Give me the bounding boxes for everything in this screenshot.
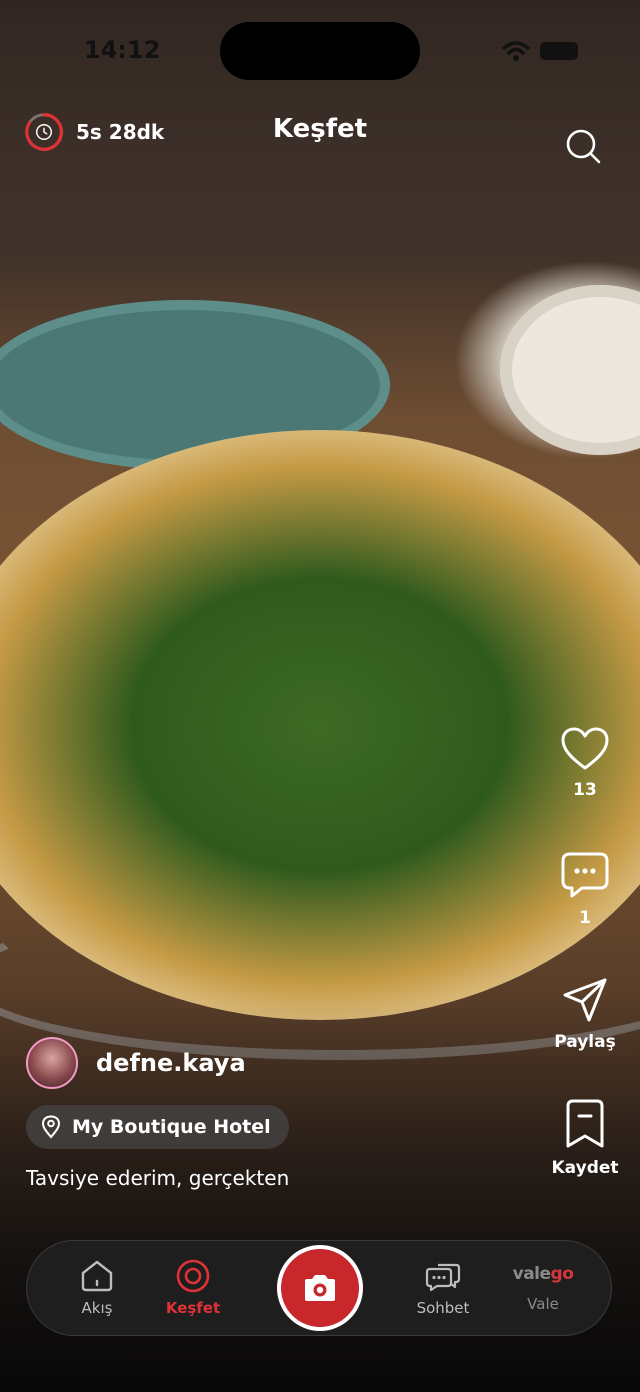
nav-label-valet: Vale — [527, 1295, 559, 1313]
status-time: 14:12 — [84, 36, 161, 64]
home-icon — [81, 1260, 113, 1292]
camera-button[interactable] — [277, 1245, 363, 1331]
background-plate-2 — [500, 285, 640, 455]
heart-icon — [561, 727, 609, 770]
chat-icon — [425, 1263, 461, 1292]
valego-logo: valego — [503, 1259, 583, 1289]
location-text: My Boutique Hotel — [72, 1116, 271, 1138]
battery-icon — [540, 42, 578, 60]
location-pin-icon — [41, 1115, 61, 1139]
brand-right: go — [550, 1264, 574, 1284]
page-title: Keşfet — [272, 114, 368, 144]
share-button[interactable]: Paylaş — [544, 976, 626, 1052]
bookmark-icon — [566, 1099, 604, 1148]
wifi-icon — [502, 41, 530, 61]
location-chip[interactable]: My Boutique Hotel — [26, 1105, 289, 1149]
avatar[interactable] — [26, 1037, 78, 1089]
nav-label-chat: Sohbet — [416, 1299, 470, 1317]
search-icon[interactable] — [564, 127, 602, 165]
nav-item-valet[interactable]: valego Vale — [503, 1259, 583, 1313]
nav-label-feed: Akış — [81, 1299, 113, 1317]
explore-screen: 14:12 5s 28dk Keşfet 13 1 Paylaş Kaydet … — [0, 0, 640, 1392]
username[interactable]: defne.kaya — [96, 1049, 246, 1077]
like-button[interactable]: 13 — [544, 726, 626, 800]
share-label: Paylaş — [554, 1032, 616, 1052]
send-icon — [563, 978, 607, 1022]
comment-button[interactable]: 1 — [544, 850, 626, 928]
save-label: Kaydet — [551, 1158, 619, 1178]
like-count: 13 — [573, 780, 597, 800]
nav-item-feed[interactable]: Akış — [57, 1259, 137, 1317]
dynamic-island — [220, 22, 420, 80]
brand-left: vale — [512, 1264, 551, 1284]
compass-icon — [176, 1259, 210, 1293]
bottom-nav: Akış Keşfet Sohbet valego Vale — [26, 1240, 612, 1336]
post-caption: Tavsiye ederim, gerçekten — [26, 1166, 290, 1190]
nav-label-explore: Keşfet — [165, 1299, 221, 1317]
nav-item-chat[interactable]: Sohbet — [403, 1259, 483, 1317]
nav-item-explore[interactable]: Keşfet — [153, 1259, 233, 1317]
post-author[interactable]: defne.kaya — [26, 1037, 246, 1089]
camera-icon — [305, 1275, 335, 1301]
comment-count: 1 — [579, 908, 591, 928]
chat-bubble-icon — [561, 852, 609, 898]
save-button[interactable]: Kaydet — [544, 1098, 626, 1178]
